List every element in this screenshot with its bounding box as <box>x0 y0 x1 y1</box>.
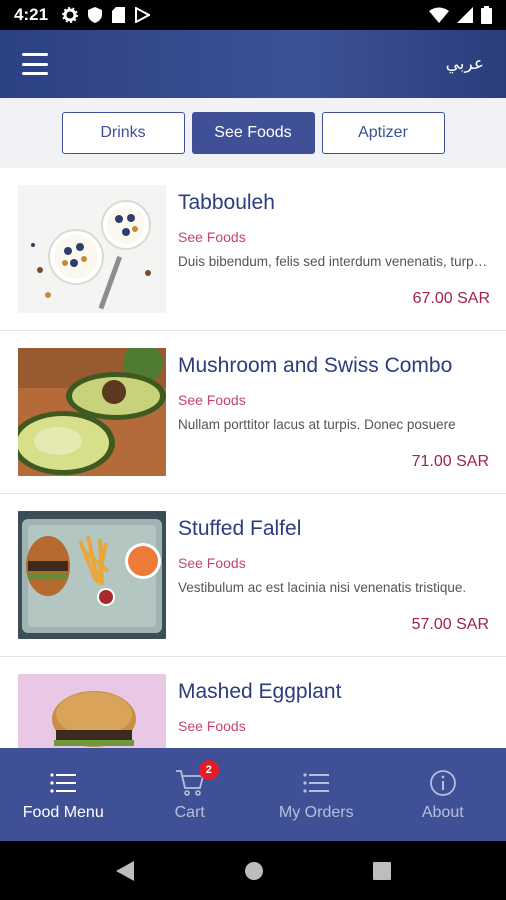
food-image-tabbouleh <box>18 185 166 313</box>
play-store-icon <box>135 7 151 23</box>
list-item[interactable]: Stuffed Falfel See Foods Vestibulum ac e… <box>0 494 506 657</box>
item-description: Nullam porttitor lacus at turpis. Donec … <box>178 417 456 432</box>
nav-label: My Orders <box>278 803 354 821</box>
status-bar: 4:21 <box>0 0 506 30</box>
info-icon <box>429 769 456 796</box>
gear-icon <box>62 7 79 23</box>
food-list: Tabbouleh See Foods Duis bibendum, felis… <box>0 168 506 748</box>
item-price: 57.00 SAR <box>411 616 489 633</box>
list-icon <box>303 772 330 793</box>
item-description: Duis bibendum, felis sed interdum venena… <box>178 254 490 269</box>
tab-drinks[interactable]: Drinks <box>61 112 185 154</box>
system-nav-bar <box>0 841 506 900</box>
home-icon[interactable] <box>243 860 265 882</box>
app-bar: عربي <box>0 30 506 98</box>
item-category: See Foods <box>178 392 246 408</box>
hamburger-menu-icon[interactable] <box>22 53 48 75</box>
list-item[interactable]: Mushroom and Swiss Combo See Foods Nulla… <box>0 331 506 494</box>
category-tabs: Drinks See Foods Aptizer <box>0 98 506 168</box>
nav-my-orders[interactable]: My Orders <box>253 748 380 841</box>
item-description: Vestibulum ac est lacinia nisi venenatis… <box>178 580 467 595</box>
food-image-mashed-eggplant <box>18 674 166 748</box>
battery-icon <box>481 6 492 24</box>
nav-food-menu[interactable]: Food Menu <box>0 748 127 841</box>
recents-icon[interactable] <box>372 861 392 881</box>
item-category: See Foods <box>178 718 246 734</box>
item-title: Mushroom and Swiss Combo <box>178 354 453 377</box>
item-title: Mashed Eggplant <box>178 680 342 703</box>
language-toggle[interactable]: عربي <box>446 54 484 74</box>
item-category: See Foods <box>178 229 246 245</box>
list-item[interactable]: Tabbouleh See Foods Duis bibendum, felis… <box>0 168 506 331</box>
shield-icon <box>88 7 103 23</box>
item-price: 71.00 SAR <box>411 453 489 470</box>
back-icon[interactable] <box>114 859 136 883</box>
nav-label: Cart <box>174 803 205 821</box>
tab-aptizer[interactable]: Aptizer <box>321 112 445 154</box>
item-title: Stuffed Falfel <box>178 517 302 540</box>
nav-label: Food Menu <box>22 803 104 821</box>
nav-label: About <box>421 803 464 821</box>
status-time: 4:21 <box>14 5 49 24</box>
food-image-stuffed-falfel <box>18 511 166 639</box>
wifi-icon <box>429 7 449 23</box>
signal-icon <box>457 7 473 23</box>
list-icon <box>50 772 77 793</box>
status-notification-icons <box>62 7 151 23</box>
nav-about[interactable]: About <box>380 748 506 841</box>
food-image-mushroom-swiss-combo <box>18 348 166 476</box>
status-system-icons <box>429 6 492 24</box>
list-item[interactable]: Mashed Eggplant See Foods <box>0 657 506 748</box>
bottom-nav: Food Menu 2 Cart My Orders About <box>0 748 506 841</box>
tab-see-foods[interactable]: See Foods <box>191 112 315 154</box>
item-title: Tabbouleh <box>178 191 275 214</box>
item-price: 67.00 SAR <box>412 290 490 307</box>
nav-cart[interactable]: 2 Cart <box>127 748 254 841</box>
cart-badge: 2 <box>198 759 219 780</box>
sd-card-icon <box>112 7 126 23</box>
item-category: See Foods <box>178 555 246 571</box>
